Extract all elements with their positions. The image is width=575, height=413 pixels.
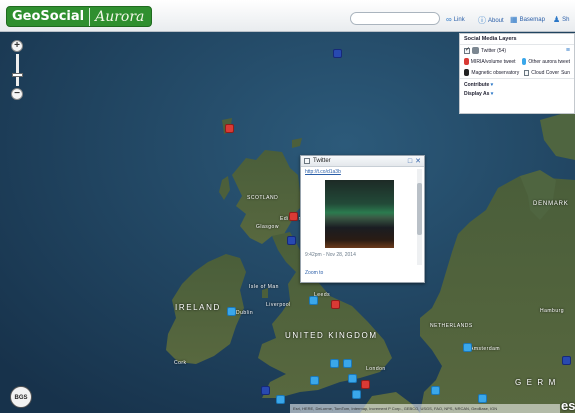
label-amsterdam: Amsterdam [470, 346, 501, 352]
label-cork: Cork [174, 360, 187, 366]
zoom-out-button[interactable]: − [11, 88, 23, 100]
tweet-marker[interactable] [348, 374, 357, 383]
contribute-label: Contribute [464, 82, 490, 88]
logo-subtitle: Aurora [95, 8, 145, 25]
legend-row: Magnetic observatory Cloud Cover Sun [460, 67, 574, 78]
aurora-photo [325, 180, 394, 248]
label-netherlands: NETHERLANDS [430, 323, 473, 329]
zoom-control: + − [10, 40, 24, 100]
maximize-icon[interactable]: □ [408, 158, 412, 165]
observatory-marker[interactable] [287, 236, 296, 245]
twitter-layer-icon [472, 47, 479, 54]
zoom-in-button[interactable]: + [11, 40, 23, 52]
tweet-marker[interactable] [276, 395, 285, 404]
list-icon[interactable]: ≡ [566, 47, 570, 54]
label-scotland: SCOTLAND [247, 195, 279, 201]
label-liverpool: Liverpool [266, 302, 291, 308]
popup-body: http://t.co/d1a3b 9:42pm - Nov 28, 2014 … [301, 167, 424, 283]
nav-share-label: Sh [562, 16, 570, 23]
zoom-slider[interactable] [11, 54, 23, 86]
tweet-marker[interactable] [352, 390, 361, 399]
zoom-to-link[interactable]: Zoom to [305, 270, 323, 276]
label-ireland: IRELAND [175, 303, 221, 312]
flagged-tweet-marker[interactable] [361, 380, 370, 389]
observatory-marker[interactable] [261, 386, 270, 395]
flagged-tweet-marker[interactable] [225, 124, 234, 133]
tweet-marker[interactable] [343, 359, 352, 368]
scrollbar-thumb[interactable] [417, 183, 422, 235]
popup-scrollbar[interactable] [417, 169, 422, 265]
nav-share[interactable]: ♟ Sh [553, 15, 570, 24]
nav-about[interactable]: ⓘ About [478, 15, 504, 26]
legend-label-5: Sun [561, 69, 570, 76]
nav-about-label: About [488, 17, 504, 24]
top-bar: GeoSocial Aurora ⚲ ∞ Link ⓘ About ▦ Base… [0, 0, 575, 32]
social-media-layers-panel: Social Media Layers Twitter (54) ≡ MIRIA… [459, 33, 575, 114]
tweet-link[interactable]: http://t.co/d1a3b [305, 169, 341, 175]
nav-link-label: Link [453, 16, 465, 23]
label-denmark: DENMARK [533, 201, 569, 207]
twitter-layer-label: Twitter (54) [481, 47, 507, 54]
label-isle-of-man: Isle of Man [249, 284, 279, 290]
legend-label-2: Other aurora tweet [528, 58, 570, 65]
twitter-icon [304, 158, 310, 164]
zoom-slider-handle[interactable] [11, 73, 23, 77]
popup-header: Twitter □ ✕ [301, 156, 424, 167]
observatory-marker[interactable] [333, 49, 342, 58]
label-germany: G E R M [515, 378, 557, 387]
legend-label-1: MIRIA/volume tweet [470, 58, 516, 65]
chevron-down-icon: ▾ [490, 91, 494, 97]
popup-title: Twitter [313, 158, 331, 164]
tweet-marker[interactable] [463, 343, 472, 352]
tweet-marker[interactable] [227, 307, 236, 316]
display-as-label: Display As [464, 91, 490, 97]
nav-basemap-label: Basemap [519, 16, 545, 23]
logo-brand: GeoSocial [12, 9, 85, 24]
twitter-layer-row[interactable]: Twitter (54) ≡ [460, 45, 574, 56]
legend-magnet-chip [464, 69, 470, 76]
info-icon: ⓘ [478, 16, 486, 25]
app: IRELAND UNITED KINGDOM DENMARK NETHERLAN… [0, 0, 575, 413]
tweet-marker[interactable] [310, 376, 319, 385]
tweet-timestamp: 9:42pm - Nov 28, 2014 [305, 252, 356, 258]
layers-panel-title: Social Media Layers [460, 34, 574, 45]
map-attribution: Esri, HERE, DeLorme, TomTom, Intermap, i… [290, 404, 560, 413]
tweet-marker[interactable] [431, 386, 440, 395]
nav-link[interactable]: ∞ Link [446, 15, 465, 24]
label-hamburg: Hamburg [540, 308, 565, 314]
link-icon: ∞ [446, 15, 452, 24]
flagged-tweet-marker[interactable] [289, 212, 298, 221]
grid-icon: ▦ [510, 15, 518, 24]
label-dublin: Dublin [236, 310, 254, 316]
tweet-marker[interactable] [478, 394, 487, 403]
close-icon[interactable]: ✕ [415, 157, 421, 165]
nav-basemap[interactable]: ▦ Basemap [510, 15, 545, 24]
tweet-marker[interactable] [330, 359, 339, 368]
chevron-down-icon: ▾ [490, 82, 494, 88]
observatory-marker[interactable] [562, 356, 571, 365]
esri-logo: es [561, 398, 575, 413]
label-uk: UNITED KINGDOM [285, 331, 378, 340]
legend-red-chip [464, 58, 469, 65]
app-logo[interactable]: GeoSocial Aurora [6, 6, 153, 27]
legend-row: MIRIA/volume tweet Other aurora tweet [460, 56, 574, 67]
label-glasgow: Glasgow [256, 224, 279, 230]
flagged-tweet-marker[interactable] [331, 300, 340, 309]
people-icon: ♟ [553, 15, 561, 24]
bgs-logo[interactable]: BGS [10, 386, 32, 408]
legend-blue-chip [521, 58, 527, 65]
tweet-marker[interactable] [309, 296, 318, 305]
contribute-menu[interactable]: Contribute ▾ [460, 78, 574, 91]
twitter-layer-checkbox[interactable] [464, 46, 470, 54]
cloud-cover-checkbox[interactable] [524, 69, 530, 76]
search-input[interactable] [350, 12, 440, 25]
legend-label-3: Magnetic observatory [471, 69, 520, 76]
tweet-popup: Twitter □ ✕ http://t.co/d1a3b 9:42pm - N… [300, 155, 425, 283]
legend-label-4: Cloud Cover [531, 69, 560, 76]
label-london: London [366, 366, 386, 372]
display-as-menu[interactable]: Display As ▾ [460, 91, 574, 100]
